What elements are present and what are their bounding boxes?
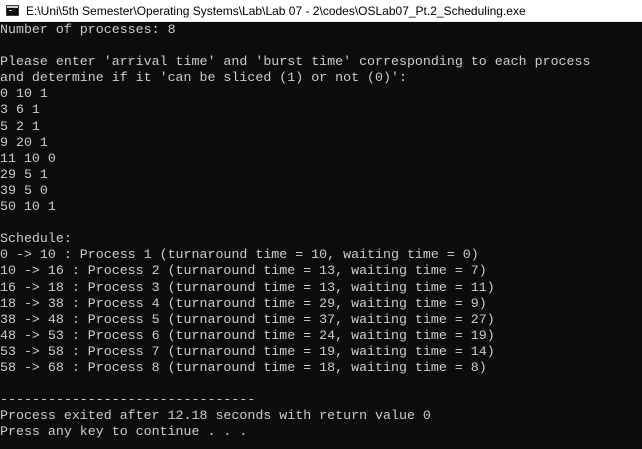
console-line: -------------------------------- [0, 392, 256, 408]
console-line: 0 -> 10 : Process 1 (turnaround time = 1… [0, 247, 479, 263]
console-line: Please enter 'arrival time' and 'burst t… [0, 54, 591, 70]
console-line: 38 -> 48 : Process 5 (turnaround time = … [0, 311, 495, 327]
window-title: E:\Uni\5th Semester\Operating Systems\La… [26, 3, 526, 18]
console-line: 58 -> 68 : Process 8 (turnaround time = … [0, 359, 487, 375]
console-line: Press any key to continue . . . [0, 424, 248, 440]
console-line: Process exited after 12.18 seconds with … [0, 408, 431, 424]
console-line: 9 20 1 [0, 134, 48, 150]
console-line: 53 -> 58 : Process 7 (turnaround time = … [0, 343, 495, 359]
console-line: 48 -> 53 : Process 6 (turnaround time = … [0, 327, 495, 343]
console-line: 18 -> 38 : Process 4 (turnaround time = … [0, 295, 487, 311]
console-line: 39 5 0 [0, 182, 48, 198]
console-line: 16 -> 18 : Process 3 (turnaround time = … [0, 279, 495, 295]
console-line: Number of processes: 8 [0, 22, 176, 37]
console-app-icon [6, 5, 19, 16]
console-line: 0 10 1 [0, 86, 48, 102]
title-bar[interactable]: E:\Uni\5th Semester\Operating Systems\La… [0, 0, 642, 22]
console-line: 29 5 1 [0, 166, 48, 182]
console-line: and determine if it 'can be sliced (1) o… [0, 70, 407, 86]
console-line: 5 2 1 [0, 118, 40, 134]
console-output[interactable]: Number of processes: 8 Please enter 'arri… [0, 22, 642, 449]
console-line: 3 6 1 [0, 102, 40, 118]
console-line: Schedule: [0, 231, 72, 247]
console-line: 50 10 1 [0, 199, 56, 215]
console-window: E:\Uni\5th Semester\Operating Systems\La… [0, 0, 642, 449]
console-line: 10 -> 16 : Process 2 (turnaround time = … [0, 263, 487, 279]
console-line: 11 10 0 [0, 150, 56, 166]
